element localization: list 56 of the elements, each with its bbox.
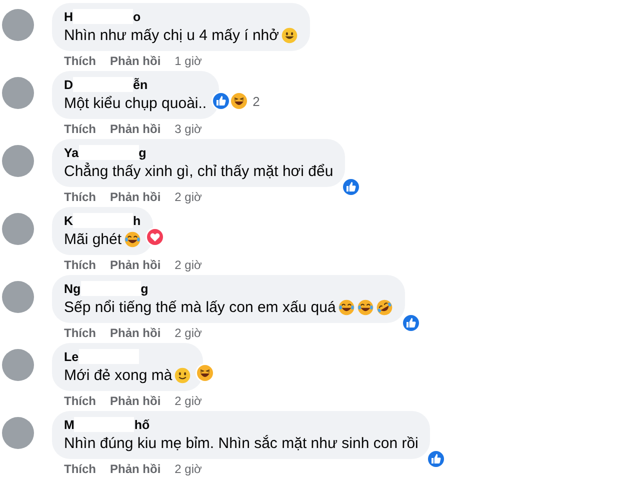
- like-reaction-icon[interactable]: [210, 91, 231, 111]
- commenter-name[interactable]: h: [133, 214, 141, 228]
- reaction-count: 2: [252, 94, 260, 108]
- comment-time[interactable]: 2 giờ: [174, 394, 202, 409]
- comment-time[interactable]: 1 giờ: [174, 54, 202, 69]
- comment-time[interactable]: 2 giờ: [174, 190, 202, 205]
- commenter-name[interactable]: g: [138, 146, 146, 160]
- reply-link[interactable]: Phản hồi: [110, 258, 161, 273]
- reply-link[interactable]: Phản hồi: [110, 394, 161, 409]
- laughing-reaction-icon[interactable]: [195, 363, 216, 383]
- comment-time[interactable]: 3 giờ: [174, 122, 202, 137]
- comment-text: Sếp nổi tiếng thế mà lấy con em xấu quá: [64, 298, 336, 317]
- comment-text: Một kiểu chụp quoài..: [64, 94, 207, 113]
- commenter-name[interactable]: Le: [64, 350, 79, 364]
- like-link[interactable]: Thích: [64, 54, 96, 69]
- avatar[interactable]: [2, 281, 34, 313]
- commenter-name[interactable]: Ya: [64, 146, 79, 160]
- commenter-name[interactable]: o: [133, 10, 141, 24]
- comment-time[interactable]: 2 giờ: [174, 462, 202, 477]
- like-reaction-icon[interactable]: [426, 449, 446, 469]
- heart-reaction-icon[interactable]: [144, 227, 165, 247]
- comment-text: Mãi ghét: [64, 230, 122, 249]
- commenter-name[interactable]: Ng: [64, 282, 81, 296]
- comment-time[interactable]: 2 giờ: [174, 258, 202, 273]
- reply-link[interactable]: Phản hồi: [110, 190, 161, 205]
- reply-link[interactable]: Phản hồi: [110, 462, 161, 477]
- commenter-name[interactable]: K: [64, 214, 74, 228]
- commenter-name[interactable]: g: [140, 282, 148, 296]
- comment-text: Nhìn đúng kiu mẹ bỉm. Nhìn sắc mặt như sinh con rồi: [64, 434, 418, 453]
- comment-text: Nhìn như mấy chị u 4 mấy í nhở: [64, 26, 279, 45]
- laughing-reaction-icon[interactable]: [228, 91, 249, 111]
- avatar[interactable]: [2, 417, 34, 449]
- reply-link[interactable]: Phản hồi: [110, 326, 161, 341]
- commenter-name[interactable]: hố: [134, 418, 150, 432]
- commenter-name[interactable]: ễn: [133, 78, 148, 92]
- like-reaction-icon[interactable]: [341, 177, 362, 197]
- comment-time[interactable]: 2 giờ: [174, 326, 202, 341]
- commenter-name[interactable]: M: [64, 418, 74, 432]
- avatar[interactable]: [2, 9, 34, 41]
- avatar[interactable]: [2, 145, 34, 177]
- like-reaction-icon[interactable]: [400, 313, 421, 333]
- reply-link[interactable]: Phản hồi: [110, 54, 161, 69]
- comment-text: Mới đẻ xong mà: [64, 366, 172, 385]
- like-link[interactable]: Thích: [64, 462, 96, 477]
- comment-text: Chẳng thấy xinh gì, chỉ thấy mặt hơi đểu: [64, 162, 334, 181]
- avatar[interactable]: [2, 77, 34, 109]
- like-link[interactable]: Thích: [64, 122, 96, 137]
- like-link[interactable]: Thích: [64, 394, 96, 409]
- like-link[interactable]: Thích: [64, 190, 96, 205]
- reply-link[interactable]: Phản hồi: [110, 122, 161, 137]
- like-link[interactable]: Thích: [64, 326, 96, 341]
- commenter-name[interactable]: D: [64, 78, 74, 92]
- commenter-name[interactable]: H: [64, 10, 74, 24]
- like-link[interactable]: Thích: [64, 258, 96, 273]
- avatar[interactable]: [2, 349, 34, 381]
- avatar[interactable]: [2, 213, 34, 245]
